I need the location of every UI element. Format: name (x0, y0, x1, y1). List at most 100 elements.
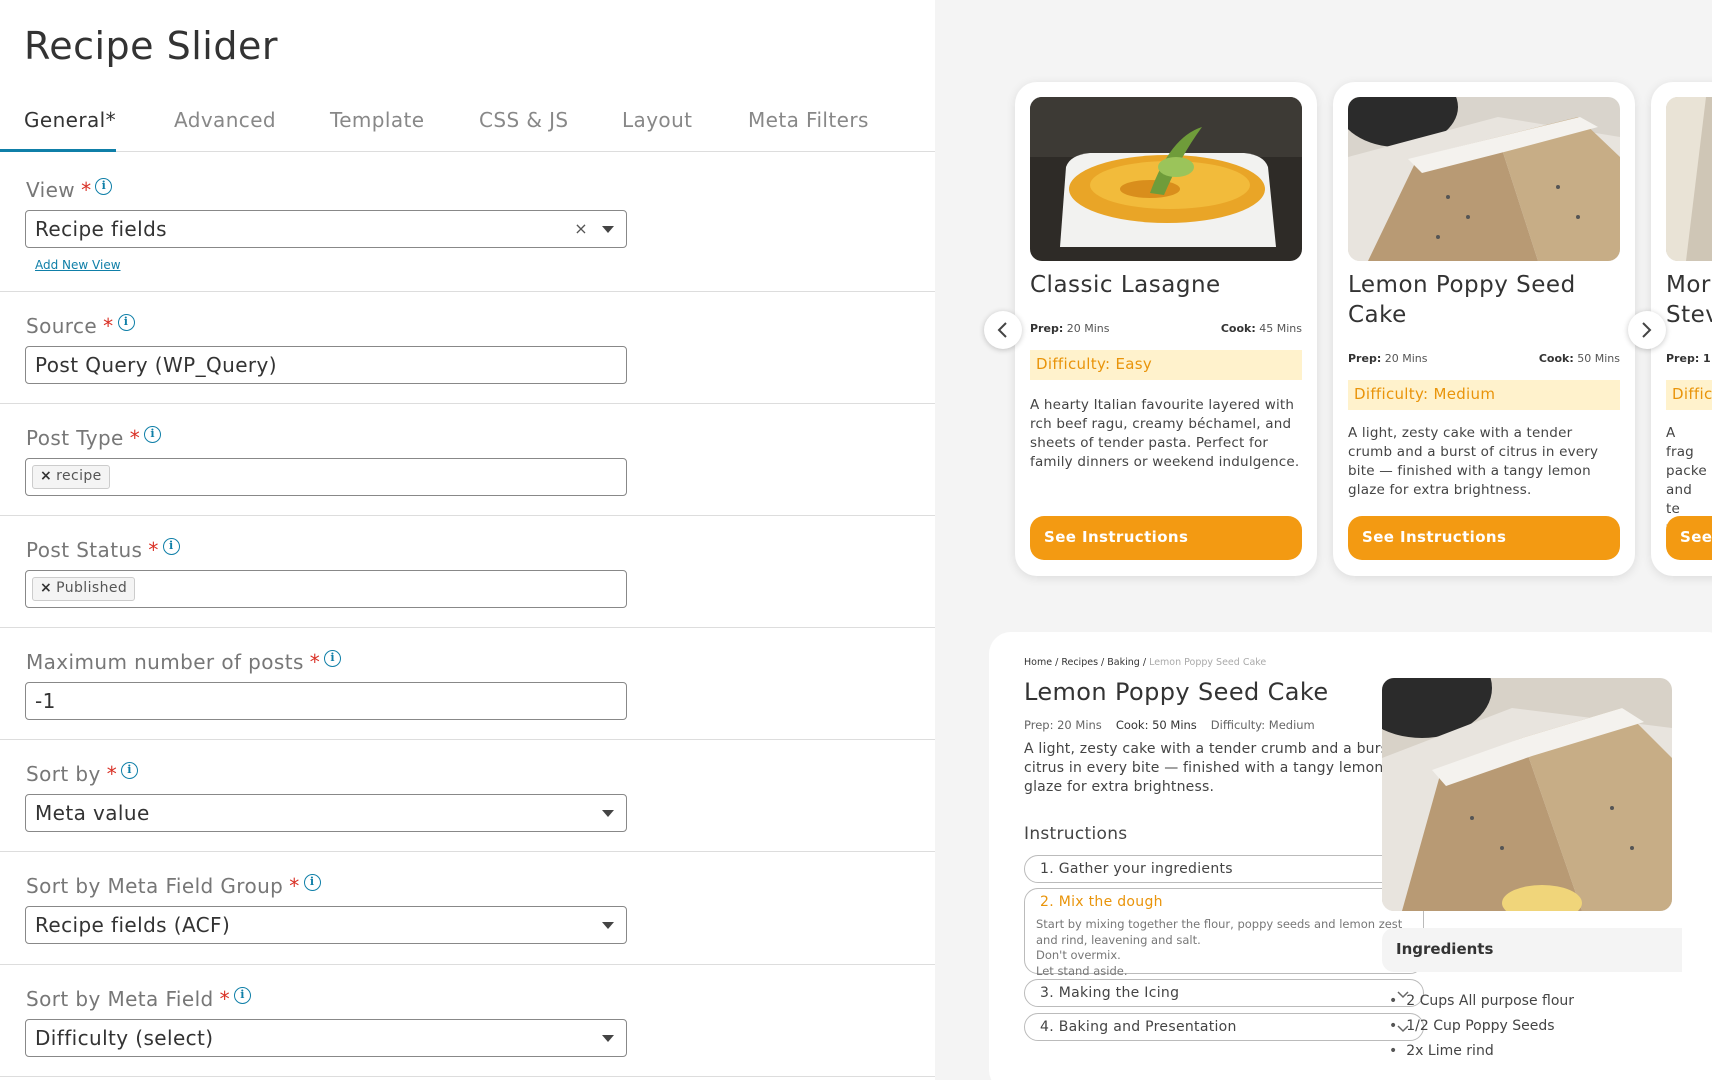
recipe-card: Classic Lasagne Prep: 20 Mins Cook: 45 M… (1015, 82, 1317, 576)
accordion-step[interactable]: 4. Baking and Presentation (1024, 1013, 1424, 1041)
chevron-right-icon (1642, 322, 1652, 338)
recipe-detail: Home / Recipes / Baking / Lemon Poppy Se… (989, 632, 1712, 1080)
required-mark: * (148, 538, 159, 562)
chip-label: recipe (56, 468, 102, 484)
max-posts-value: -1 (35, 689, 56, 713)
info-icon[interactable]: i (144, 426, 162, 443)
required-mark: * (129, 426, 141, 450)
info-icon[interactable]: i (162, 538, 180, 555)
prep-label: Prep: (1030, 322, 1064, 335)
card-title: Lemon Poppy Seed Cake (1348, 272, 1576, 328)
see-instructions-button[interactable]: See Instructions (1348, 516, 1620, 560)
tab-advanced[interactable]: Advanced (174, 108, 276, 132)
slider-prev-button[interactable] (984, 311, 1022, 349)
sort-by-value: Meta value (35, 801, 150, 825)
chevron-down-icon (602, 810, 614, 817)
sort-field-value: Difficulty (select) (35, 1026, 214, 1050)
cook-value: 50 Mins (1577, 352, 1620, 365)
instructions-heading: Instructions (1024, 824, 1128, 844)
detail-cook: Cook: 50 Mins (1115, 718, 1197, 732)
chevron-down-icon (602, 226, 614, 233)
tab-template[interactable]: Template (330, 108, 424, 132)
see-instructions-button[interactable]: See (1666, 516, 1712, 560)
tab-css-js[interactable]: CSS & JS (479, 108, 568, 132)
post-type-input[interactable]: × recipe (25, 458, 627, 496)
sort-by-label: Sort by (26, 762, 101, 786)
clear-icon[interactable]: × (574, 219, 588, 238)
page-title: Recipe Slider (24, 24, 278, 68)
remove-chip-icon[interactable]: × (40, 468, 52, 484)
max-posts-input[interactable]: -1 (25, 682, 627, 720)
slider-next-button[interactable] (1628, 311, 1666, 349)
tab-meta-filters[interactable]: Meta Filters (748, 108, 869, 132)
detail-prep: Prep: 20 Mins (1024, 718, 1102, 732)
source-value: Post Query (WP_Query) (35, 353, 277, 377)
lasagne-image (1030, 97, 1302, 261)
detail-description: A light, zesty cake with a tender crumb … (1024, 741, 1413, 795)
difficulty-badge: Difficulty: Easy (1030, 350, 1302, 380)
tab-layout[interactable]: Layout (622, 108, 692, 132)
card-description: A hearty Italian favourite layered with … (1030, 397, 1300, 470)
stew-image (1666, 97, 1712, 261)
breadcrumb-recipes[interactable]: Recipes (1061, 657, 1098, 668)
accordion-step[interactable]: 3. Making the Icing (1024, 979, 1424, 1007)
breadcrumb-home[interactable]: Home (1024, 657, 1052, 668)
post-status-label: Post Status (26, 538, 143, 562)
source-label: Source (26, 314, 98, 338)
prep-label: Prep: (1348, 352, 1382, 365)
detail-difficulty: Difficulty: Medium (1210, 718, 1315, 732)
info-icon[interactable]: i (117, 314, 135, 331)
info-icon[interactable]: i (303, 874, 321, 891)
info-icon[interactable]: i (121, 762, 139, 779)
source-input[interactable]: Post Query (WP_Query) (25, 346, 627, 384)
field-post-status: Post Status * i × Published (0, 516, 935, 628)
required-mark: * (219, 987, 231, 1011)
difficulty-badge: Difficulty: Medium (1348, 380, 1620, 410)
breadcrumb-baking[interactable]: Baking (1107, 657, 1140, 668)
cake-image (1348, 97, 1620, 261)
list-item: 1/2 Cup Poppy Seeds (1389, 1014, 1574, 1039)
add-new-view-link[interactable]: Add New View (35, 258, 121, 272)
max-posts-label: Maximum number of posts (26, 650, 304, 674)
list-item: 2 Cups All purpose flour (1389, 989, 1574, 1014)
required-mark: * (309, 650, 321, 674)
sort-field-label: Sort by Meta Field (26, 987, 214, 1011)
sort-group-value: Recipe fields (ACF) (35, 913, 231, 937)
info-icon[interactable]: i (234, 987, 252, 1004)
cook-value: 45 Mins (1259, 322, 1302, 335)
post-status-chip: × Published (32, 577, 136, 601)
field-post-type: Post Type * i × recipe (0, 404, 935, 516)
accordion-step-open[interactable]: 2. Mix the dough Start by mixing togethe… (1024, 888, 1424, 978)
cook-label: Cook: (1538, 352, 1574, 365)
detail-meta: Prep: 20 Mins Cook: 50 Mins Difficulty: Me… (1024, 718, 1329, 732)
cook-label: Cook: (1220, 322, 1256, 335)
ingredients-list: 2 Cups All purpose flour 1/2 Cup Poppy S… (1389, 989, 1574, 1064)
sort-group-select[interactable]: Recipe fields (ACF) (25, 906, 627, 944)
settings-panel: Recipe Slider General* Advanced Template… (0, 0, 935, 1080)
see-instructions-button[interactable]: See Instructions (1030, 516, 1302, 560)
preview-panel: Classic Lasagne Prep: 20 Mins Cook: 45 M… (935, 0, 1712, 1080)
card-description: A light, zesty cake with a tender crumb … (1348, 425, 1599, 498)
tab-bar: General* Advanced Template CSS & JS Layo… (0, 102, 935, 152)
required-mark: * (106, 762, 118, 786)
required-mark: * (289, 874, 300, 898)
sort-group-label: Sort by Meta Field Group (26, 874, 284, 898)
remove-chip-icon[interactable]: × (40, 580, 52, 596)
breadcrumb: Home / Recipes / Baking / Lemon Poppy Se… (1024, 657, 1267, 668)
recipe-card: Lemon Poppy Seed Cake Prep: 20 Mins Cook… (1333, 82, 1635, 576)
accordion-body: Start by mixing together the flour, popp… (1036, 917, 1403, 978)
chevron-left-icon (997, 322, 1007, 338)
card-title: Classic Lasagne (1030, 272, 1221, 298)
view-select[interactable]: Recipe fields × (25, 210, 627, 248)
field-sort-by: Sort by * i Meta value (0, 740, 935, 852)
sort-by-select[interactable]: Meta value (25, 794, 627, 832)
tab-general[interactable]: General* (24, 108, 116, 132)
post-type-chip: × recipe (32, 465, 110, 489)
info-icon[interactable]: i (95, 178, 113, 195)
detail-image (1382, 678, 1672, 911)
sort-field-select[interactable]: Difficulty (select) (25, 1019, 627, 1057)
info-icon[interactable]: i (324, 650, 342, 667)
post-status-input[interactable]: × Published (25, 570, 627, 608)
detail-title: Lemon Poppy Seed Cake (1024, 678, 1329, 706)
accordion-step[interactable]: 1. Gather your ingredients (1024, 855, 1424, 883)
